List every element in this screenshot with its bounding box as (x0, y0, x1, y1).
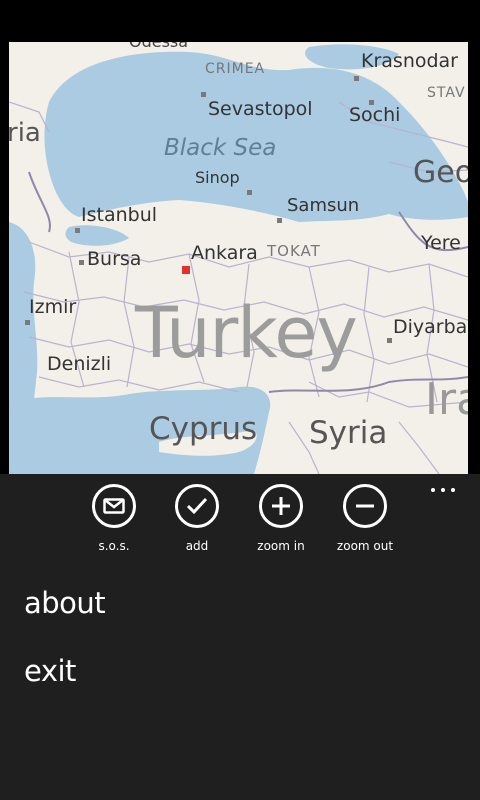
city-marker-diyarbakir (387, 338, 392, 343)
map-label-tokat: TOKAT (267, 242, 321, 260)
minus-icon (343, 484, 387, 528)
map-label-odessa: Odessa (129, 42, 188, 50)
map-label-bursa: Bursa (87, 248, 142, 270)
zoom-out-button-label: zoom out (336, 539, 394, 553)
map-location-marker[interactable] (182, 266, 190, 274)
city-marker-bursa (79, 260, 84, 265)
add-button-label: add (185, 539, 209, 553)
map-label-turkey: Turkey (135, 292, 358, 374)
city-marker-istanbul (75, 228, 80, 233)
map-label-denizli: Denizli (47, 353, 112, 375)
map-label-yerevan: Yere (421, 232, 461, 254)
city-marker-izmir (25, 320, 30, 325)
map-label-ankara: Ankara (191, 242, 258, 264)
app-screen: Odessa CRIMEA Krasnodar STAV Sevastopol … (0, 0, 480, 800)
add-button[interactable]: add (157, 484, 237, 553)
map-label-black-sea: Black Sea (164, 135, 277, 161)
map-label-sinop: Sinop (195, 168, 240, 187)
map-label-samsun: Samsun (287, 195, 360, 216)
city-marker-krasnodar (354, 76, 359, 81)
map-label-krasnodar: Krasnodar (361, 50, 458, 72)
map-label-diyarbakir: Diyarba (393, 316, 468, 338)
envelope-icon (92, 484, 136, 528)
map-label-cyprus: Cyprus (149, 411, 258, 447)
application-bar: s.o.s. add zoom in zoom out about exit (0, 474, 480, 800)
sos-button-label: s.o.s. (98, 539, 130, 553)
map-label-crimea: CRIMEA (205, 61, 266, 77)
ellipsis-icon[interactable] (428, 482, 458, 498)
map-label-sevastopol: Sevastopol (208, 98, 313, 120)
map-label-bulgaria: ria (9, 118, 41, 148)
city-marker-samsun (277, 218, 282, 223)
check-icon (175, 484, 219, 528)
map-label-iraq: Ira (425, 374, 468, 425)
map-label-georgia: Geo (413, 155, 468, 190)
map-label-stav: STAV (427, 85, 466, 101)
menu-item-exit[interactable]: exit (24, 654, 76, 688)
zoom-out-button[interactable]: zoom out (325, 484, 405, 553)
zoom-in-button-label: zoom in (257, 539, 305, 553)
city-marker-sinop (247, 190, 252, 195)
zoom-in-button[interactable]: zoom in (241, 484, 321, 553)
map-view[interactable]: Odessa CRIMEA Krasnodar STAV Sevastopol … (9, 42, 468, 474)
menu-item-about[interactable]: about (24, 586, 106, 620)
city-marker-sevastopol (201, 92, 206, 97)
map-label-izmir: Izmir (29, 296, 77, 318)
map-label-sochi: Sochi (349, 104, 401, 126)
sos-button[interactable]: s.o.s. (74, 484, 154, 553)
map-label-syria: Syria (309, 415, 388, 451)
plus-icon (259, 484, 303, 528)
map-label-istanbul: Istanbul (81, 204, 158, 226)
